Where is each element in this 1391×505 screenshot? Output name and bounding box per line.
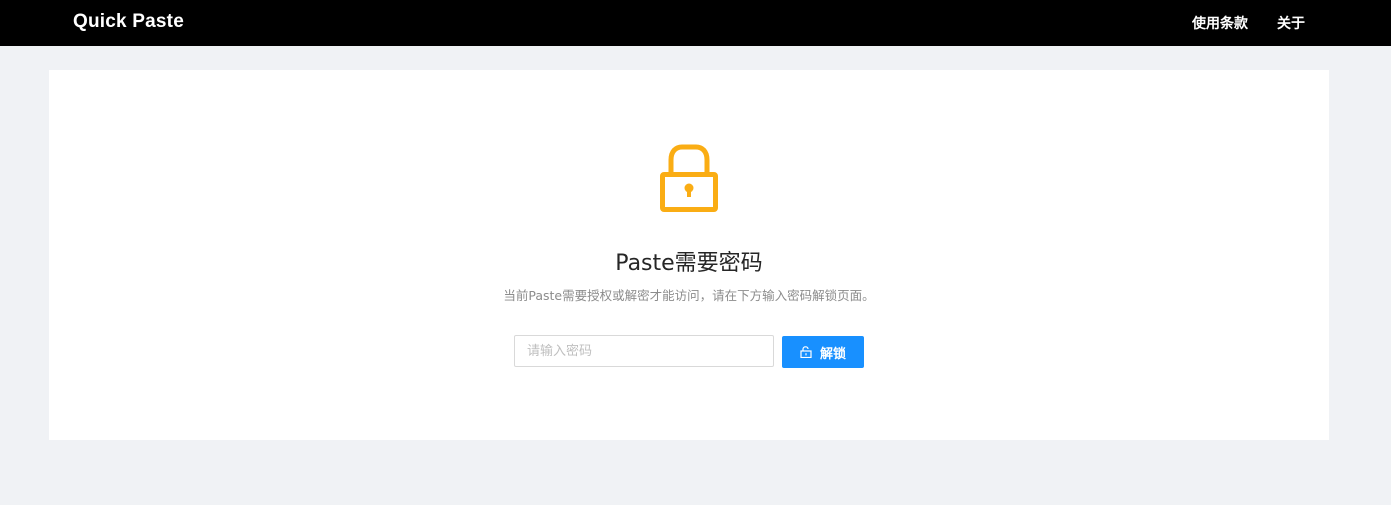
unlock-icon — [800, 346, 812, 358]
page-title: Paste需要密码 — [615, 251, 763, 276]
top-navbar: Quick Paste 使用条款 关于 — [0, 0, 1391, 46]
unlock-button[interactable]: 解锁 — [782, 336, 864, 368]
brand-logo[interactable]: Quick Paste — [73, 11, 184, 33]
password-input[interactable] — [514, 335, 774, 367]
nav-about-link[interactable]: 关于 — [1277, 13, 1305, 33]
lock-icon — [660, 144, 718, 212]
unlock-button-label: 解锁 — [819, 346, 846, 362]
nav-terms-link[interactable]: 使用条款 — [1192, 13, 1248, 33]
page-description: 当前Paste需要授权或解密才能访问，请在下方输入密码解锁页面。 — [503, 288, 875, 303]
